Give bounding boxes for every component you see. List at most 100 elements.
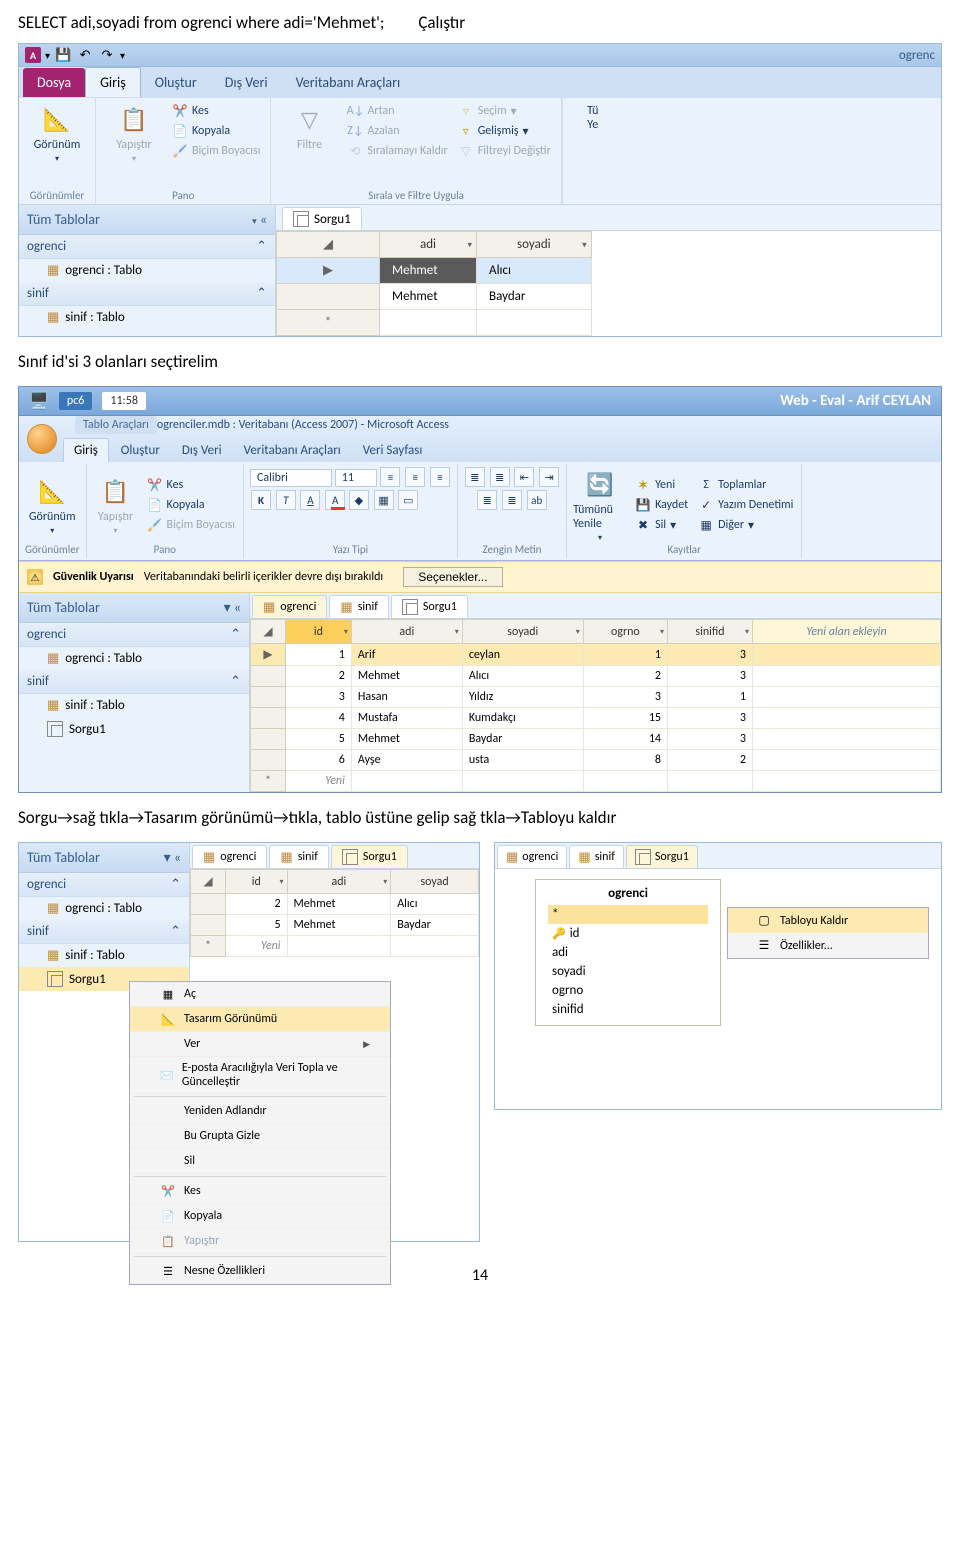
field-star[interactable]: * [548, 905, 708, 924]
nav-item-ogrenci-tablo[interactable]: ▦ogrenci : Tablo [19, 259, 275, 282]
cell[interactable]: 1 [583, 644, 667, 666]
spelling-button[interactable]: ✓Yazım Denetimi [696, 496, 795, 514]
cell[interactable]: 3 [668, 644, 753, 666]
cell[interactable]: Mehmet [380, 284, 477, 310]
advanced-button[interactable]: ▿Gelişmiş ▾ [456, 122, 553, 140]
underline-icon[interactable]: A [300, 490, 320, 510]
nav-group-sinif[interactable]: sinif⌃ [19, 282, 275, 306]
tab-giris[interactable]: Giriş [63, 438, 109, 462]
new-button[interactable]: ✶Yeni [633, 476, 690, 494]
doc-tab-sorgu1[interactable]: Sorgu1 [331, 845, 408, 868]
border-icon[interactable]: ▭ [398, 490, 418, 510]
nav-item-ogrenci-tablo[interactable]: ▦ogrenci : Tablo [19, 897, 189, 920]
new-row-marker[interactable]: * [277, 310, 380, 336]
doc-tab-ogrenci[interactable]: ▦ogrenci [252, 595, 327, 618]
tab-giris[interactable]: Giriş [85, 67, 141, 97]
tab-vtaraclari[interactable]: Veritabanı Araçları [282, 68, 415, 97]
nav-header[interactable]: Tüm Tablolar▾ « [19, 593, 249, 623]
row-selector[interactable]: ▶ [251, 644, 286, 666]
nav-item-sinif-tablo[interactable]: ▦sinif : Tablo [19, 306, 275, 329]
cell[interactable] [477, 310, 592, 336]
indent-inc-icon[interactable]: ⇥ [539, 467, 559, 487]
nav-item-sinif-tablo[interactable]: ▦sinif : Tablo [19, 694, 249, 717]
col-adi[interactable]: adi▾ [287, 870, 391, 894]
save-icon[interactable]: 💾 [54, 46, 72, 64]
nav-item-sorgu1[interactable]: Sorgu1 [19, 717, 249, 741]
nav-group-ogrenci[interactable]: ogrenci⌃ [19, 623, 249, 647]
nav-group-sinif[interactable]: sinif⌃ [19, 670, 249, 694]
field-soyadi[interactable]: soyadi [548, 962, 708, 981]
align-center-icon[interactable]: ≡ [405, 467, 425, 487]
nav-header[interactable]: Tüm Tablolar ▾ « [19, 205, 275, 235]
redo-icon[interactable]: ↷ [98, 46, 116, 64]
field-list-ogrenci[interactable]: ogrenci * id adi soyadi ogrno sinifid [535, 879, 721, 1026]
tab-olustur[interactable]: Oluştur [141, 68, 211, 97]
nav-group-ogrenci[interactable]: ogrenci⌃ [19, 873, 189, 897]
align-right-icon[interactable]: ≡ [430, 467, 450, 487]
row-selector[interactable]: ▶ [277, 258, 380, 284]
ctx-yeniden-adlandir[interactable]: Yeniden Adlandır [130, 1099, 390, 1124]
ctx-kes[interactable]: ✂️Kes [130, 1179, 390, 1204]
tab-verisayfasi[interactable]: Veri Sayfası [353, 439, 433, 462]
field-ogrno[interactable]: ogrno [548, 981, 708, 1000]
cell[interactable]: 1 [286, 644, 352, 666]
corner[interactable]: ◢ [251, 620, 286, 644]
col-id[interactable]: id▾ [286, 620, 352, 644]
ctx-nesne-ozellikleri[interactable]: ☰Nesne Özellikleri [130, 1259, 390, 1284]
select-all-corner[interactable]: ◢ [277, 232, 380, 258]
add-column[interactable]: Yeni alan ekleyin [753, 620, 941, 644]
italic-icon[interactable]: T [276, 490, 296, 510]
bullets-icon[interactable]: ≣ [465, 467, 485, 487]
ctx-tabloyu-kaldir[interactable]: ▢Tabloyu Kaldır [728, 908, 928, 933]
gridlines-icon[interactable]: ▦ [374, 490, 394, 510]
copy-button[interactable]: 📄Kopyala [170, 122, 262, 140]
tab-olustur[interactable]: Oluştur [111, 439, 170, 462]
ctx-eposta[interactable]: ✉️E-posta Aracılığıyla Veri Topla ve Gün… [130, 1057, 390, 1094]
doc-tab-sorgu1[interactable]: Sorgu1 [282, 207, 362, 230]
office-button-icon[interactable] [27, 424, 57, 454]
nav-header[interactable]: Tüm Tablolar▾ « [19, 843, 189, 873]
row-selector[interactable] [277, 284, 380, 310]
field-id[interactable]: id [548, 924, 708, 943]
new-row-marker[interactable]: * [251, 771, 286, 792]
nav-group-sinif[interactable]: sinif⌃ [19, 920, 189, 944]
numbering-icon[interactable]: ≣ [490, 467, 510, 487]
field-sinifid[interactable]: sinifid [548, 1000, 708, 1019]
save-button[interactable]: 💾Kaydet [633, 496, 690, 514]
ab-icon[interactable]: ab [527, 490, 547, 510]
col-adi[interactable]: adi▾ [351, 620, 462, 644]
ctx-gizle[interactable]: Bu Grupta Gizle [130, 1124, 390, 1149]
ctx-ozellikler[interactable]: ☰Özellikler... [728, 933, 928, 958]
list-icon[interactable]: ≣ [477, 490, 497, 510]
cut-button[interactable]: ✂️Kes [170, 102, 262, 120]
cell[interactable]: Mehmet [380, 258, 477, 284]
cell[interactable]: Baydar [477, 284, 592, 310]
doc-tab-sinif[interactable]: ▦sinif [269, 845, 328, 868]
doc-tab-sorgu1[interactable]: Sorgu1 [626, 845, 698, 868]
nav-item-sinif-tablo[interactable]: ▦sinif : Tablo [19, 944, 189, 967]
col-ogrno[interactable]: ogrno▾ [583, 620, 667, 644]
col-soyadi[interactable]: soyadi▾ [462, 620, 583, 644]
refresh-all-button[interactable]: 🔄 Tümünü Yenile▾ [573, 467, 627, 543]
cell[interactable]: Alıcı [477, 258, 592, 284]
tab-disveri[interactable]: Dış Veri [211, 68, 282, 97]
more-button[interactable]: ▦Diğer ▾ [696, 516, 795, 534]
doc-tab-sinif[interactable]: ▦sinif [569, 845, 623, 868]
list2-icon[interactable]: ≣ [502, 490, 522, 510]
totals-button[interactable]: ΣToplamlar [696, 476, 795, 494]
ctx-tasarim-gorunumu[interactable]: 📐Tasarım Görünümü [130, 1007, 390, 1032]
doc-tab-sinif[interactable]: ▦sinif [329, 595, 388, 618]
field-adi[interactable]: adi [548, 943, 708, 962]
delete-button[interactable]: ✖Sil ▾ [633, 516, 690, 534]
cell[interactable]: Arif [351, 644, 462, 666]
view-button[interactable]: 📐 Görünüm▾ [27, 474, 77, 536]
undo-icon[interactable]: ↶ [76, 46, 94, 64]
view-button[interactable]: 📐 Görünüm ▾ [27, 102, 87, 164]
tab-disveri[interactable]: Dış Veri [172, 439, 232, 462]
ctx-kopyala[interactable]: 📄Kopyala [130, 1204, 390, 1229]
indent-dec-icon[interactable]: ⇤ [514, 467, 534, 487]
file-tab[interactable]: Dosya [23, 68, 85, 97]
doc-tab-ogrenci[interactable]: ▦ogrenci [192, 845, 267, 868]
fill-color-icon[interactable]: ◆ [349, 490, 369, 510]
doc-tab-sorgu1[interactable]: Sorgu1 [391, 595, 468, 618]
